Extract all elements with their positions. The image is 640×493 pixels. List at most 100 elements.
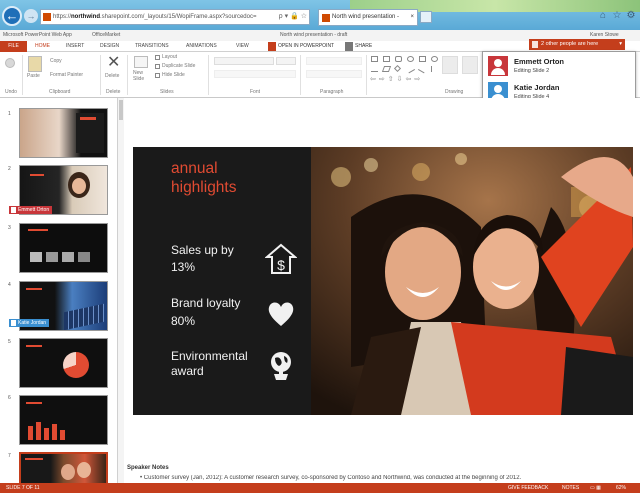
- layout-icon: [155, 55, 160, 60]
- site-name[interactable]: OfficeMarket: [92, 30, 120, 41]
- notes-toggle-button[interactable]: NOTES: [562, 483, 579, 493]
- home-icon[interactable]: ⌂: [598, 11, 608, 21]
- slide-thumbnail-7-selected[interactable]: [19, 452, 108, 483]
- font-format-buttons[interactable]: [214, 70, 296, 78]
- slide-thumbnail-5[interactable]: [19, 338, 108, 388]
- shape-rect2-icon[interactable]: [383, 56, 390, 62]
- current-slide[interactable]: annual highlights Sales up by 13% Brand …: [133, 147, 633, 415]
- chevron-down-icon: ▾: [619, 41, 622, 47]
- duplicate-label: Duplicate Slide: [162, 63, 196, 69]
- slide-thumbnail-3[interactable]: [19, 223, 108, 273]
- slide-item-value-environment[interactable]: award: [171, 364, 204, 379]
- tab-transitions[interactable]: TRANSITIONS: [135, 41, 169, 52]
- slide-thumbnail-6[interactable]: [19, 395, 108, 445]
- tab-animations[interactable]: ANIMATIONS: [186, 41, 217, 52]
- back-button[interactable]: ←: [2, 6, 22, 26]
- address-bar[interactable]: https://northwind.sharepoint.com/_layout…: [40, 9, 310, 25]
- powerpoint-web-app-window: ← → https://northwind.sharepoint.com/_la…: [0, 0, 640, 493]
- new-tab-button[interactable]: [420, 11, 432, 23]
- give-feedback-button[interactable]: GIVE FEEDBACK: [508, 483, 548, 493]
- paragraph-list-buttons[interactable]: [306, 57, 362, 65]
- copy-button[interactable]: Copy: [50, 58, 62, 65]
- shape-parallelogram-icon[interactable]: [381, 66, 392, 72]
- share-button[interactable]: SHARE: [345, 42, 372, 51]
- document-title: North wind presentation - draft: [280, 32, 348, 38]
- slide-item-label-loyalty[interactable]: Brand loyalty: [171, 296, 240, 311]
- back-arrow-icon: ←: [5, 8, 19, 23]
- paragraph-align-buttons[interactable]: [306, 70, 362, 78]
- shape-circle-icon[interactable]: [431, 56, 438, 62]
- slide-item-value-loyalty[interactable]: 80%: [171, 314, 195, 329]
- shape-rect-icon[interactable]: [371, 56, 378, 62]
- speaker-notes-text[interactable]: • Customer survey (Jan, 2012): A custome…: [140, 475, 640, 481]
- collaborator-status: Editing Slide 2: [514, 68, 550, 74]
- tab-home[interactable]: HOME: [35, 41, 50, 52]
- slide-item-label-environment[interactable]: Environmental: [171, 349, 248, 364]
- tab-title: North wind presentation -: [332, 14, 400, 20]
- hide-icon: [155, 73, 160, 78]
- shape-diamond-icon[interactable]: [393, 64, 402, 73]
- new-slide-button[interactable]: New Slide: [133, 70, 149, 82]
- duplicate-icon: [155, 64, 160, 69]
- avatar-icon: [488, 56, 508, 76]
- tab-view[interactable]: VIEW: [236, 41, 249, 52]
- layout-button[interactable]: Layout: [155, 54, 177, 61]
- duplicate-slide-button[interactable]: Duplicate Slide: [155, 63, 195, 70]
- browser-tab-active[interactable]: North wind presentation - ×: [318, 9, 418, 26]
- slide-number: 7: [8, 453, 11, 459]
- group-label-drawing: Drawing: [445, 89, 464, 95]
- shape-line-icon[interactable]: [371, 66, 378, 72]
- open-in-powerpoint-button[interactable]: OPEN IN POWERPOINT: [268, 42, 334, 51]
- format-painter-button[interactable]: Format Painter: [50, 72, 83, 79]
- shape-rounded-icon[interactable]: [395, 56, 402, 62]
- font-size-box[interactable]: [276, 57, 296, 65]
- app-name[interactable]: Microsoft PowerPoint Web App: [3, 30, 72, 41]
- thumbnail-flag-emmett: Emmett Orton: [9, 206, 53, 214]
- font-name-box[interactable]: [214, 57, 274, 65]
- collaborators-button[interactable]: 2 other people are here ▾: [529, 39, 625, 50]
- forward-button[interactable]: →: [24, 9, 38, 23]
- shape-diagonal2-icon[interactable]: [417, 64, 428, 74]
- delete-x-icon[interactable]: ✕: [107, 55, 120, 71]
- group-label-slides: Slides: [160, 89, 174, 95]
- new-slide-icon[interactable]: [134, 56, 148, 68]
- tab-close-icon[interactable]: ×: [410, 10, 414, 25]
- tab-design[interactable]: DESIGN: [100, 41, 119, 52]
- photo-illustration: [311, 147, 633, 415]
- arrange-icon[interactable]: [442, 56, 458, 74]
- url-host: northwind: [71, 14, 101, 20]
- slide-thumbnail-1[interactable]: [19, 108, 108, 158]
- shape-square-icon[interactable]: [419, 56, 426, 62]
- paste-icon[interactable]: [28, 56, 42, 72]
- slide-thumbnail-pane: 1 2 Emmett Orton 3 4 Katie Jordan 5 6 7: [0, 98, 118, 483]
- slide-text-panel: annual highlights Sales up by 13% Brand …: [133, 147, 311, 415]
- settings-gear-icon[interactable]: ⚙: [626, 11, 636, 21]
- arrow-shapes-icons[interactable]: ⇦⇨⇧⇩⇦⇨: [370, 75, 423, 83]
- view-buttons[interactable]: ▭ ▦: [590, 483, 601, 493]
- shape-oval-icon[interactable]: [407, 56, 414, 62]
- flag-name: Katie Jordan: [18, 320, 47, 326]
- shape-diagonal-icon[interactable]: [405, 64, 416, 74]
- slide-number: 1: [8, 111, 11, 117]
- slide-number: 6: [8, 395, 11, 401]
- share-icon: [345, 42, 353, 51]
- undo-icon[interactable]: [5, 58, 15, 68]
- slide-item-value-sales[interactable]: 13%: [171, 260, 195, 275]
- tab-insert[interactable]: INSERT: [66, 41, 84, 52]
- collaborator-item[interactable]: Emmett Orton Editing Slide 2: [488, 55, 628, 77]
- site-favicon-icon: [43, 13, 51, 21]
- quick-styles-icon[interactable]: [462, 56, 478, 74]
- slide-item-label-sales[interactable]: Sales up by: [171, 243, 234, 258]
- slide-title[interactable]: annual highlights: [171, 159, 271, 197]
- paste-label[interactable]: Paste: [27, 73, 40, 80]
- shape-vline-icon[interactable]: [431, 66, 438, 72]
- hide-slide-button[interactable]: Hide Slide: [155, 72, 185, 79]
- tab-file[interactable]: FILE: [0, 41, 27, 52]
- zoom-level[interactable]: 62%: [616, 483, 626, 493]
- favorites-star-icon[interactable]: ☆: [612, 11, 622, 21]
- powerpoint-favicon-icon: [322, 14, 330, 22]
- layout-label: Layout: [162, 54, 178, 60]
- address-controls[interactable]: ρ ▾ 🔒 ☆: [279, 10, 307, 24]
- collaborator-name: Emmett Orton: [514, 57, 565, 66]
- delete-button[interactable]: Delete: [105, 73, 119, 80]
